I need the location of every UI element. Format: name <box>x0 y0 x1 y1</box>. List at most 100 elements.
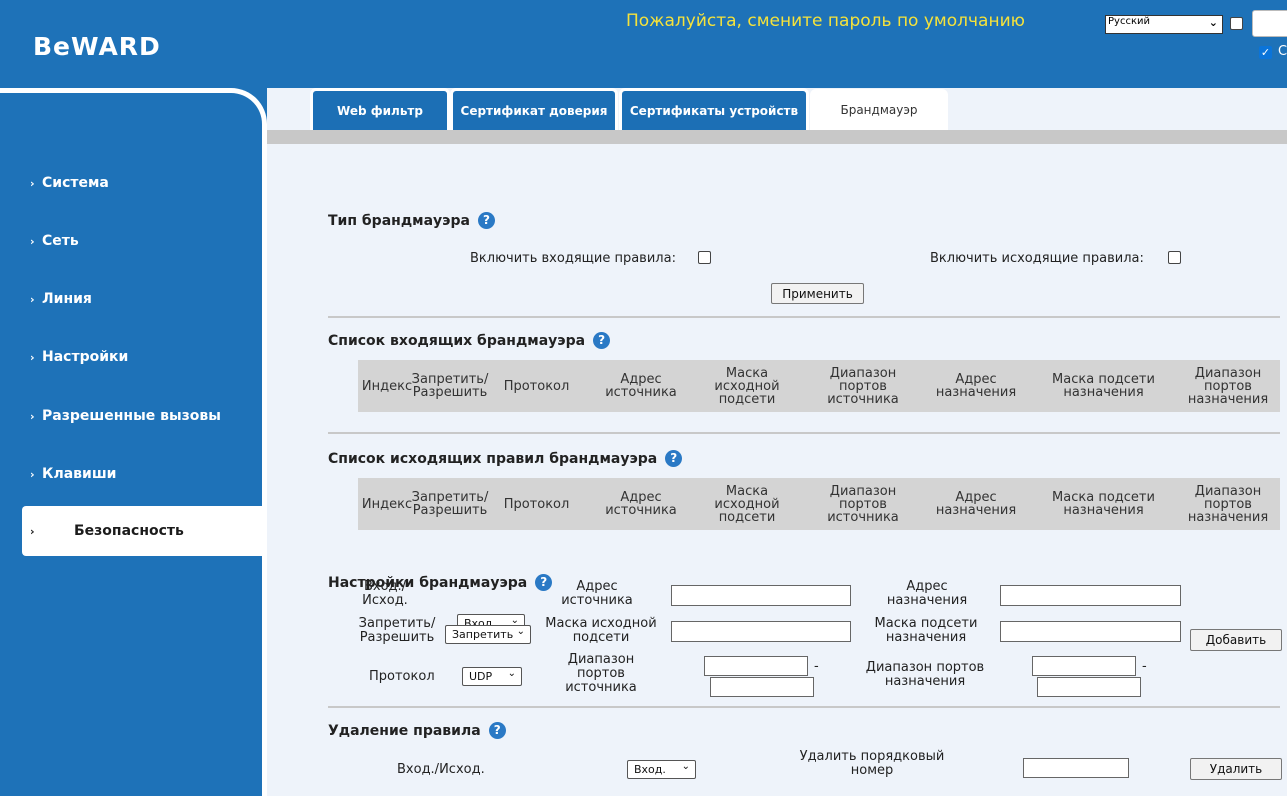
divider <box>328 432 1280 434</box>
range-dash: - <box>814 659 819 674</box>
sidebar-item-label: Сеть <box>42 233 79 249</box>
column-deny-allow: Запретить/ Разрешить <box>411 372 489 400</box>
chevron-down-icon: ⌄ <box>516 626 525 637</box>
help-icon[interactable]: ? <box>488 722 506 739</box>
column-index: Индекс <box>361 496 413 512</box>
header-checkbox-checked[interactable]: ✓ <box>1259 46 1272 59</box>
tab-web-filter[interactable]: Web фильтр <box>310 88 450 130</box>
sidebar-item-settings[interactable]: › Настройки <box>0 332 262 382</box>
destination-address-input[interactable] <box>1000 585 1181 606</box>
destination-mask-label: Маска подсети назначения <box>874 616 978 645</box>
check-icon: ✓ <box>1260 46 1271 59</box>
outbound-table-header: Индекс Запретить/ Разрешить Протокол Адр… <box>358 478 1280 530</box>
sidebar-item-label: Безопасность <box>74 523 184 539</box>
firewall-type-title: Тип брандмауэра ? <box>328 212 495 229</box>
protocol-select-value: UDP <box>469 670 493 683</box>
column-source-address: Адрес источника <box>605 490 677 518</box>
protocol-select[interactable]: UDP ⌄ <box>462 667 522 686</box>
chevron-right-icon: › <box>30 292 35 306</box>
sidebar-item-allowed-calls[interactable]: › Разрешенные вызовы <box>0 391 262 441</box>
delete-rule-button[interactable]: Удалить <box>1190 758 1282 780</box>
column-destination-address: Адрес назначения <box>935 490 1017 518</box>
main-content: Web фильтр Сертификат доверия Сертификат… <box>267 88 1287 796</box>
header-checkbox-label: С <box>1278 44 1287 59</box>
chevron-right-icon: › <box>30 409 35 423</box>
beward-logo: BeWARD <box>33 32 161 61</box>
tab-firewall[interactable]: Брандмауэр <box>810 89 948 130</box>
source-port-end-input[interactable] <box>710 677 814 697</box>
language-select[interactable]: Русский ⌄ <box>1105 15 1223 34</box>
destination-port-end-input[interactable] <box>1037 677 1141 697</box>
section-title-text: Тип брандмауэра <box>328 212 470 229</box>
source-port-start-input[interactable] <box>704 656 808 676</box>
column-protocol: Протокол <box>503 496 570 512</box>
chevron-right-icon: › <box>30 234 35 248</box>
source-ports-label: Диапазон портов источника <box>565 652 637 695</box>
chevron-down-icon: ⌄ <box>681 761 690 772</box>
language-select-value: Русский <box>1108 16 1150 27</box>
chevron-right-icon: › <box>30 176 35 190</box>
tab-device-certificates[interactable]: Сертификаты устройств <box>619 88 809 130</box>
action-label: Запретить/ Разрешить <box>358 616 436 645</box>
divider <box>328 316 1280 318</box>
enable-outbound-checkbox[interactable] <box>1168 251 1181 264</box>
sidebar-item-system[interactable]: › Система <box>0 158 262 208</box>
protocol-label: Протокол <box>369 669 435 684</box>
destination-ports-label: Диапазон портов назначения <box>865 660 985 689</box>
delete-direction-label: Вход./Исход. <box>397 762 485 777</box>
help-icon[interactable]: ? <box>535 574 553 591</box>
column-source-ports: Диапазон портов источника <box>827 483 899 525</box>
sidebar-item-label: Клавиши <box>42 466 117 482</box>
destination-port-start-input[interactable] <box>1032 656 1136 676</box>
help-icon[interactable]: ? <box>477 212 495 229</box>
column-destination-ports: Диапазон портов назначения <box>1187 483 1269 525</box>
chevron-down-icon: ⌄ <box>507 668 516 679</box>
destination-address-label: Адрес назначения <box>886 579 968 608</box>
help-icon[interactable]: ? <box>593 332 611 349</box>
inbound-table-header: Индекс Запретить/ Разрешить Протокол Адр… <box>358 360 1280 412</box>
delete-index-input[interactable] <box>1023 758 1129 778</box>
enable-inbound-label: Включить входящие правила: <box>470 251 676 266</box>
range-dash: - <box>1142 659 1147 674</box>
sidebar-item-label: Разрешенные вызовы <box>42 408 221 424</box>
chevron-right-icon: › <box>30 350 35 364</box>
help-icon[interactable]: ? <box>665 450 683 467</box>
sidebar-item-label: Настройки <box>42 349 129 365</box>
column-destination-ports: Диапазон портов назначения <box>1187 365 1269 407</box>
source-address-label: Адрес источника <box>561 579 633 608</box>
sidebar-item-label: Система <box>42 175 109 191</box>
sidebar: › Система › Сеть › Линия › Настройки › Р… <box>0 88 267 796</box>
apply-button[interactable]: Применить <box>771 283 864 304</box>
tab-trusted-certificate[interactable]: Сертификат доверия <box>450 88 618 130</box>
source-mask-input[interactable] <box>671 621 851 642</box>
sidebar-item-security[interactable]: › Безопасность <box>22 506 267 556</box>
source-address-input[interactable] <box>671 585 851 606</box>
header-button[interactable] <box>1252 10 1287 37</box>
enable-outbound-label: Включить исходящие правила: <box>930 251 1144 266</box>
default-password-banner: Пожалуйста, смените пароль по умолчанию <box>626 11 1025 31</box>
direction-label: Вход./ Исход. <box>362 579 408 608</box>
delete-direction-select-value: Вход. <box>634 763 666 776</box>
add-rule-button[interactable]: Добавить <box>1190 629 1282 651</box>
column-deny-allow: Запретить/ Разрешить <box>411 490 489 518</box>
sidebar-item-line[interactable]: › Линия <box>0 274 262 324</box>
column-protocol: Протокол <box>503 378 570 394</box>
chevron-right-icon: › <box>30 467 35 481</box>
enable-inbound-checkbox[interactable] <box>698 251 711 264</box>
column-destination-mask: Маска подсети назначения <box>1052 372 1155 400</box>
chevron-down-icon: ⌄ <box>1208 16 1218 29</box>
section-title-text: Список исходящих правил брандмауэра <box>328 450 658 467</box>
header-checkbox[interactable] <box>1230 17 1243 30</box>
action-select[interactable]: Запретить ⌄ <box>445 625 531 644</box>
column-destination-address: Адрес назначения <box>935 372 1017 400</box>
chevron-right-icon: › <box>30 524 35 538</box>
column-source-address: Адрес источника <box>605 372 677 400</box>
delete-direction-select[interactable]: Вход. ⌄ <box>627 760 696 779</box>
column-destination-mask: Маска подсети назначения <box>1052 490 1155 518</box>
destination-mask-input[interactable] <box>1000 621 1181 642</box>
sidebar-item-label: Линия <box>42 291 92 307</box>
column-index: Индекс <box>361 378 413 394</box>
source-mask-label: Маска исходной подсети <box>545 616 657 645</box>
sidebar-item-network[interactable]: › Сеть <box>0 216 262 266</box>
sidebar-item-keys[interactable]: › Клавиши <box>0 449 262 499</box>
